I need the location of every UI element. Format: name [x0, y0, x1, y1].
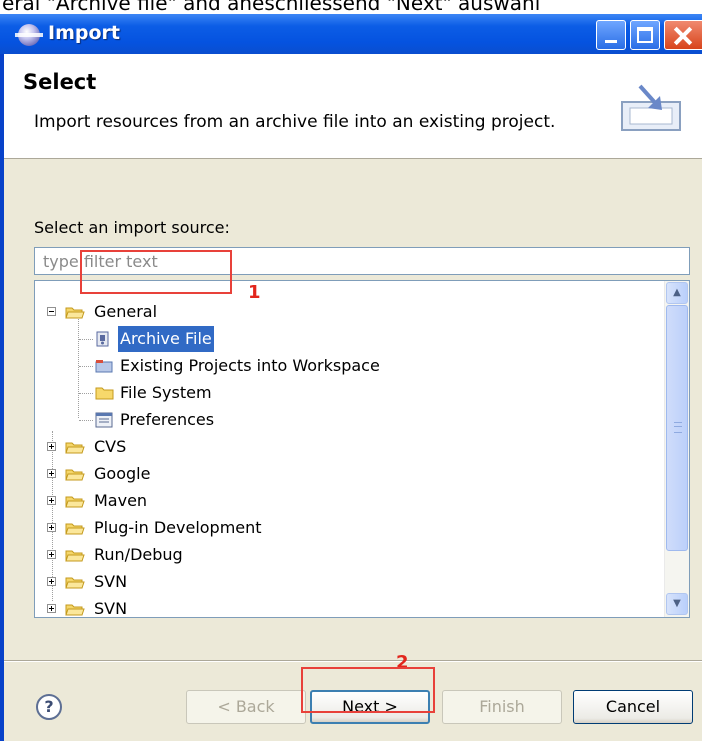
folder-icon: [65, 604, 85, 616]
eclipse-icon: [15, 24, 43, 46]
annotation-box-next: [301, 667, 435, 713]
finish-button[interactable]: Finish: [442, 690, 562, 724]
tree-item-svn[interactable]: SVN: [35, 596, 655, 618]
minimize-button[interactable]: [596, 20, 626, 50]
collapse-icon[interactable]: [47, 307, 56, 316]
tree-item-existing-projects[interactable]: Existing Projects into Workspace: [35, 353, 655, 379]
tree-item-plugin-development[interactable]: Plug-in Development: [35, 515, 655, 541]
title-bar: Import: [0, 14, 702, 54]
folder-icon: [65, 577, 85, 589]
tree-item-preferences[interactable]: Preferences: [35, 407, 655, 433]
maximize-button[interactable]: [630, 20, 660, 50]
tree-item-label: Maven: [94, 491, 148, 510]
import-source-tree: General Archive File Existing Projects i…: [34, 280, 690, 618]
scroll-down-button[interactable]: ▼: [666, 593, 688, 615]
grip-icon: [674, 422, 682, 433]
cancel-button[interactable]: Cancel: [573, 690, 693, 724]
tree-item-label: Archive File: [118, 326, 214, 352]
tree-item-run-debug[interactable]: Run/Debug: [35, 542, 655, 568]
tree-item-google[interactable]: Google: [35, 461, 655, 487]
back-button[interactable]: < Back: [186, 690, 306, 724]
tree-item-label: File System: [120, 383, 212, 402]
chevron-up-icon: ▲: [673, 287, 681, 298]
folder-icon: [65, 496, 85, 508]
folder-icon: [65, 307, 85, 319]
folder-icon: [95, 387, 114, 400]
tree-connector: [79, 366, 93, 367]
expand-icon[interactable]: [47, 577, 56, 586]
tree-item-label: General: [94, 302, 158, 321]
tree-item-label: Run/Debug: [94, 545, 183, 564]
project-icon: [95, 360, 113, 373]
tree-item-label: Plug-in Development: [94, 518, 262, 537]
preferences-icon: [95, 412, 113, 428]
page-title: Select: [23, 70, 97, 94]
expand-icon[interactable]: [47, 469, 56, 478]
scroll-up-button[interactable]: ▲: [666, 282, 688, 304]
folder-icon: [65, 442, 85, 454]
tree-item-label: Existing Projects into Workspace: [120, 356, 380, 375]
tree-item-label: SVN: [94, 572, 128, 591]
chevron-down-icon: ▼: [673, 598, 681, 609]
import-dialog: Import Select Import resources from an a…: [0, 14, 702, 741]
folder-icon: [65, 523, 85, 535]
tree-item-svn[interactable]: SVN: [35, 569, 655, 595]
expand-icon[interactable]: [47, 550, 56, 559]
tree-item-maven[interactable]: Maven: [35, 488, 655, 514]
tree-item-general[interactable]: General: [35, 299, 655, 325]
page-caption-strip: eral "Archive file" and aneschliessend "…: [0, 0, 702, 14]
dialog-client: Select Import resources from an archive …: [4, 54, 702, 741]
annotation-box-archive-file: [80, 250, 232, 294]
folder-icon: [65, 550, 85, 562]
archive-icon: [96, 331, 109, 347]
tree-item-label: Preferences: [120, 410, 215, 429]
tree-item-label: CVS: [94, 437, 127, 456]
tree-item-label: Google: [94, 464, 151, 483]
folder-icon: [65, 469, 85, 481]
annotation-marker-1: 1: [248, 282, 261, 303]
tree-item-cvs[interactable]: CVS: [35, 434, 655, 460]
expand-icon[interactable]: [47, 604, 56, 613]
close-button[interactable]: [664, 20, 702, 50]
tree-item-archive-file[interactable]: Archive File: [35, 326, 655, 352]
import-wizard-icon: [621, 84, 681, 131]
tree-connector: [79, 420, 93, 421]
tree-item-file-system[interactable]: File System: [35, 380, 655, 406]
help-icon[interactable]: ?: [36, 694, 62, 720]
expand-icon[interactable]: [47, 442, 56, 451]
tree-item-label: SVN: [94, 599, 128, 618]
page-caption: eral "Archive file" and aneschliessend "…: [2, 0, 541, 14]
import-source-label: Select an import source:: [34, 218, 230, 237]
expand-icon[interactable]: [47, 523, 56, 532]
wizard-header: Select Import resources from an archive …: [4, 54, 702, 159]
tree-connector: [79, 393, 93, 394]
tree-vertical-scrollbar[interactable]: ▲ ▼: [664, 281, 689, 617]
button-bar-separator: [4, 660, 702, 662]
window-title: Import: [48, 22, 120, 44]
scroll-thumb[interactable]: [666, 305, 688, 551]
page-description: Import resources from an archive file in…: [34, 112, 556, 132]
tree-connector: [79, 339, 93, 340]
expand-icon[interactable]: [47, 496, 56, 505]
